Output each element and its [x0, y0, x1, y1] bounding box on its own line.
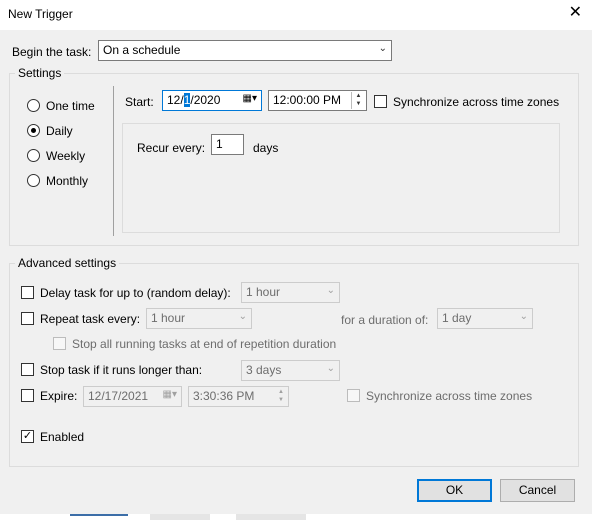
- stop-all-tasks-label: Stop all running tasks at end of repetit…: [72, 337, 337, 351]
- title-bar: New Trigger ✕: [0, 0, 592, 30]
- ok-button[interactable]: OK: [417, 479, 492, 502]
- radio-weekly[interactable]: [27, 149, 40, 162]
- radio-daily-label: Daily: [46, 124, 73, 138]
- recur-panel: [122, 123, 560, 233]
- expire-time-field[interactable]: 3:30:36 PM ▲ ▼: [188, 386, 289, 407]
- cancel-button[interactable]: Cancel: [500, 479, 575, 502]
- start-time-text: 12:00:00 PM: [273, 93, 342, 107]
- expire-sync-label: Synchronize across time zones: [366, 389, 533, 403]
- chevron-down-icon: ⌄: [326, 285, 335, 296]
- advanced-settings-label: Advanced settings: [15, 256, 120, 270]
- background-tab: [70, 514, 128, 520]
- chevron-down-icon: ⌄: [326, 363, 335, 374]
- radio-one-time[interactable]: [27, 99, 40, 112]
- chevron-down-icon: ⌄: [519, 311, 528, 322]
- background-tab: [150, 514, 210, 520]
- background-window-strip: [0, 514, 592, 520]
- close-icon[interactable]: ✕: [569, 5, 582, 21]
- chevron-down-icon: ⌄: [238, 311, 247, 322]
- duration-label: for a duration of:: [341, 313, 429, 327]
- delay-task-checkbox[interactable]: [21, 286, 34, 299]
- stop-all-tasks-checkbox[interactable]: [53, 337, 66, 350]
- calendar-icon: ▦▾: [162, 389, 177, 400]
- begin-task-value: On a schedule: [103, 43, 181, 57]
- delay-task-label: Delay task for up to (random delay):: [40, 286, 231, 300]
- settings-divider: [113, 86, 114, 236]
- radio-monthly-label: Monthly: [46, 174, 89, 188]
- enabled-label: Enabled: [40, 430, 85, 444]
- duration-select[interactable]: 1 day ⌄: [437, 308, 533, 329]
- recur-unit-label: days: [253, 141, 279, 155]
- background-tab: [236, 514, 306, 520]
- radio-one-time-label: One time: [46, 99, 95, 113]
- calendar-icon[interactable]: ▦▾: [243, 93, 257, 104]
- radio-daily[interactable]: [27, 124, 40, 137]
- stop-longer-select[interactable]: 3 days ⌄: [241, 360, 340, 381]
- dialog-body: Begin the task: On a schedule ⌄ Settings…: [0, 30, 592, 514]
- radio-weekly-label: Weekly: [46, 149, 86, 163]
- recur-days-input[interactable]: 1: [211, 134, 244, 155]
- expire-sync-checkbox[interactable]: [347, 389, 360, 402]
- repeat-task-select[interactable]: 1 hour ⌄: [146, 308, 252, 329]
- settings-group-label: Settings: [15, 66, 65, 80]
- sync-time-zones-label: Synchronize across time zones: [393, 95, 560, 109]
- expire-label: Expire:: [40, 389, 78, 403]
- stop-longer-checkbox[interactable]: [21, 363, 34, 376]
- expire-checkbox[interactable]: [21, 389, 34, 402]
- start-time-field[interactable]: 12:00:00 PM ▲ ▼: [268, 90, 367, 111]
- chevron-down-icon: ⌄: [378, 43, 387, 54]
- expire-date-value: 12/17/2021: [88, 389, 149, 403]
- recur-days-value: 1: [216, 137, 223, 151]
- radio-monthly[interactable]: [27, 174, 40, 187]
- time-spinner-icon[interactable]: ▲ ▼: [351, 92, 365, 109]
- sync-time-zones-checkbox[interactable]: [374, 95, 387, 108]
- begin-task-label: Begin the task:: [12, 45, 92, 59]
- stop-longer-label: Stop task if it runs longer than:: [40, 363, 203, 377]
- start-date-picker[interactable]: 12/1/2020 ▦▾: [162, 90, 262, 111]
- duration-value: 1 day: [442, 311, 472, 325]
- recur-label: Recur every:: [137, 141, 206, 155]
- start-label: Start:: [125, 95, 154, 109]
- repeat-task-label: Repeat task every:: [40, 312, 141, 326]
- window-title: New Trigger: [8, 7, 73, 21]
- begin-task-select[interactable]: On a schedule ⌄: [98, 40, 392, 61]
- expire-date-picker[interactable]: 12/17/2021 ▦▾: [83, 386, 182, 407]
- delay-task-select[interactable]: 1 hour ⌄: [241, 282, 340, 303]
- enabled-checkbox[interactable]: ✓: [21, 430, 34, 443]
- stop-longer-value: 3 days: [246, 363, 282, 377]
- time-spinner-icon: ▲ ▼: [278, 389, 284, 403]
- repeat-task-value: 1 hour: [151, 311, 186, 325]
- checkmark-icon: ✓: [22, 430, 33, 442]
- start-date-year: /2020: [190, 93, 221, 107]
- expire-time-value: 3:30:36 PM: [193, 389, 255, 403]
- delay-task-value: 1 hour: [246, 285, 281, 299]
- start-date-text: 12/: [167, 93, 184, 107]
- repeat-task-checkbox[interactable]: [21, 312, 34, 325]
